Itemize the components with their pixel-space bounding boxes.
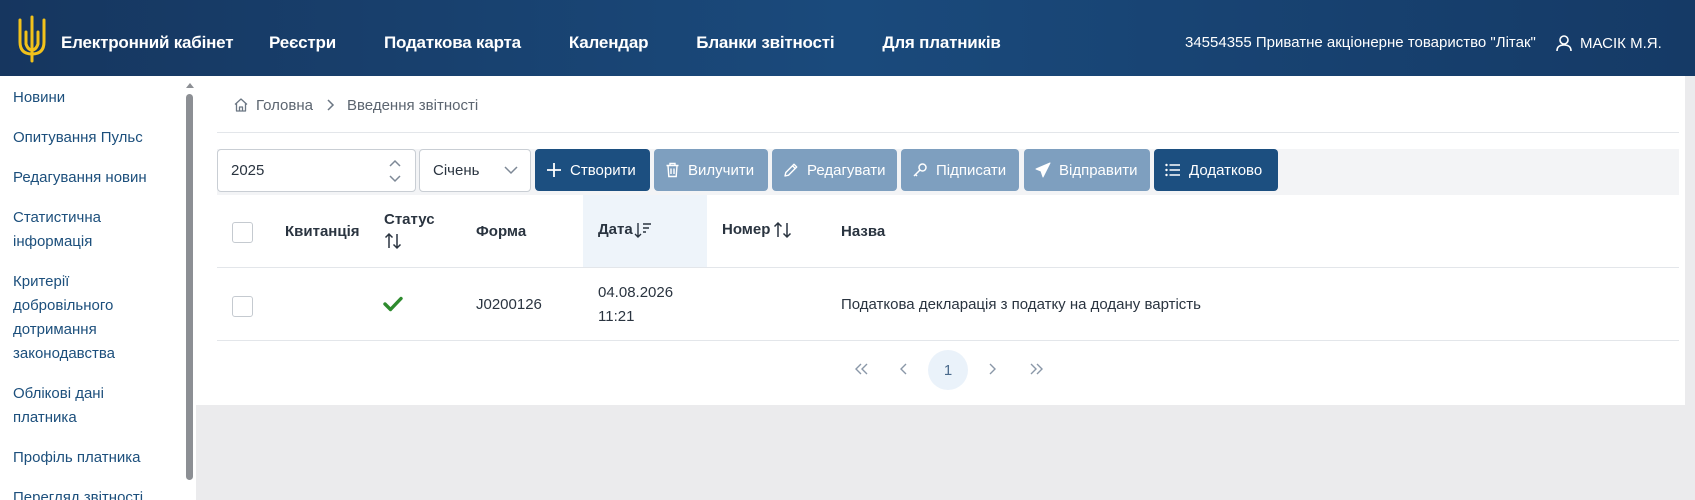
company-name[interactable]: 34554355 Приватне акціонерне товариство … — [1185, 0, 1536, 86]
column-header-form[interactable]: Форма — [476, 220, 526, 244]
row-form: J0200126 — [476, 296, 542, 313]
right-gutter — [1685, 76, 1695, 500]
page-1-button[interactable]: 1 — [928, 350, 968, 390]
plus-icon — [547, 163, 561, 177]
double-chevron-right-icon — [1030, 363, 1043, 375]
nav-calendar[interactable]: Календар — [569, 33, 649, 53]
year-stepper[interactable]: 2025 — [217, 149, 416, 192]
list-icon — [1165, 163, 1180, 177]
sign-button[interactable]: Підписати — [901, 149, 1019, 191]
column-header-name[interactable]: Назва — [841, 220, 885, 244]
double-chevron-left-icon — [855, 363, 868, 375]
first-page-button[interactable] — [849, 350, 873, 388]
sort-icon[interactable] — [773, 221, 793, 239]
month-value: Січень — [433, 162, 480, 179]
sort-icon[interactable] — [384, 232, 402, 250]
send-icon — [1035, 162, 1051, 178]
sort-descending-icon[interactable] — [634, 221, 652, 239]
sidebar-item-news[interactable]: Новини — [13, 86, 173, 110]
send-button[interactable]: Відправити — [1024, 149, 1150, 191]
chevron-right-icon — [327, 99, 335, 111]
date-header-label: Дата — [598, 221, 633, 238]
column-header-status[interactable]: Статус — [384, 208, 435, 258]
nav-report-forms[interactable]: Бланки звітності — [696, 33, 834, 53]
trash-icon — [666, 162, 679, 178]
month-select[interactable]: Січень — [419, 149, 531, 192]
status-header-label: Статус — [384, 211, 435, 228]
stepper-arrows-icon[interactable] — [386, 155, 404, 187]
create-label: Створити — [570, 161, 636, 179]
brand-title[interactable]: Електронний кабінет — [61, 0, 234, 86]
key-icon — [913, 163, 927, 177]
edit-label: Редагувати — [807, 161, 886, 179]
sign-label: Підписати — [936, 161, 1007, 179]
chevron-down-icon — [504, 166, 518, 175]
top-header: Електронний кабінет Реєстри Податкова ка… — [0, 0, 1695, 76]
year-value: 2025 — [231, 162, 265, 179]
user-menu[interactable]: МАСІК М.Я. — [1555, 0, 1662, 86]
sidebar: Новини Опитування Пульс Редагування нови… — [0, 76, 196, 500]
nav-registers[interactable]: Реєстри — [269, 33, 336, 53]
pencil-icon — [784, 163, 798, 177]
column-header-number[interactable]: Номер — [722, 218, 793, 242]
row-name: Податкова декларація з податку на додану… — [841, 296, 1201, 313]
nav-for-payers[interactable]: Для платників — [882, 33, 1000, 53]
sidebar-item-pulse-survey[interactable]: Опитування Пульс — [13, 126, 173, 150]
scrollbar-thumb[interactable] — [186, 94, 193, 480]
sidebar-item-payer-data[interactable]: Облікові дані платника — [13, 382, 123, 430]
sidebar-item-edit-news[interactable]: Редагування новин — [13, 166, 173, 190]
header-divider — [217, 267, 1679, 268]
checkmark-icon — [383, 296, 403, 312]
row-checkbox[interactable] — [232, 296, 253, 317]
column-header-date[interactable]: Дата — [598, 218, 652, 242]
more-label: Додатково — [1189, 161, 1263, 179]
column-header-receipt[interactable]: Квитанція — [285, 220, 360, 244]
sidebar-item-payer-profile[interactable]: Профіль платника — [13, 446, 173, 470]
breadcrumb-home[interactable]: Головна — [256, 97, 313, 114]
user-icon — [1556, 35, 1572, 52]
select-all-checkbox[interactable] — [232, 222, 253, 243]
chevron-left-icon — [900, 363, 907, 375]
breadcrumb: Головна Введення звітності — [233, 93, 478, 117]
breadcrumb-current: Введення звітності — [347, 96, 479, 114]
delete-label: Вилучити — [688, 161, 755, 179]
main-nav: Реєстри Податкова карта Календар Бланки … — [269, 0, 1049, 86]
sidebar-item-statistics[interactable]: Статистична інформація — [13, 206, 133, 254]
next-page-button[interactable] — [982, 350, 1002, 388]
trident-logo-icon[interactable] — [16, 14, 48, 64]
delete-button[interactable]: Вилучити — [654, 149, 768, 191]
prev-page-button[interactable] — [894, 350, 914, 388]
row-divider — [217, 340, 1679, 341]
sidebar-item-view-reports[interactable]: Перегляд звітності — [13, 486, 173, 500]
sidebar-item-compliance-criteria[interactable]: Критерії добровільного дотримання законо… — [13, 270, 133, 366]
last-page-button[interactable] — [1025, 350, 1049, 388]
scroll-up-icon[interactable] — [184, 80, 196, 90]
create-button[interactable]: Створити — [535, 149, 650, 191]
row-date: 04.08.2026 — [598, 284, 674, 301]
home-icon[interactable] — [233, 97, 249, 113]
edit-button[interactable]: Редагувати — [772, 149, 897, 191]
row-time: 11:21 — [598, 308, 635, 325]
more-button[interactable]: Додатково — [1154, 149, 1278, 191]
user-name: МАСІК М.Я. — [1580, 34, 1662, 52]
divider — [217, 132, 1679, 133]
nav-tax-map[interactable]: Податкова карта — [384, 33, 521, 53]
send-label: Відправити — [1059, 161, 1138, 179]
chevron-right-icon — [989, 363, 996, 375]
number-header-label: Номер — [722, 221, 771, 238]
